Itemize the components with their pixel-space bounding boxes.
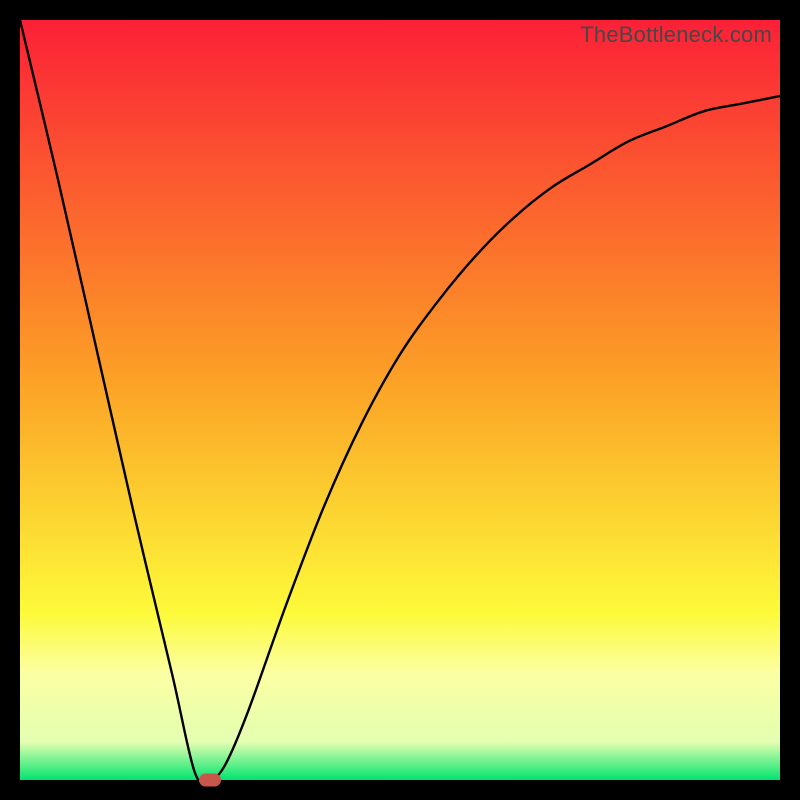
background-gradient — [20, 20, 780, 780]
plot-area: TheBottleneck.com — [20, 20, 780, 780]
watermark-text: TheBottleneck.com — [580, 22, 772, 48]
optimal-point-marker — [199, 774, 221, 787]
chart-frame: TheBottleneck.com — [20, 20, 780, 780]
